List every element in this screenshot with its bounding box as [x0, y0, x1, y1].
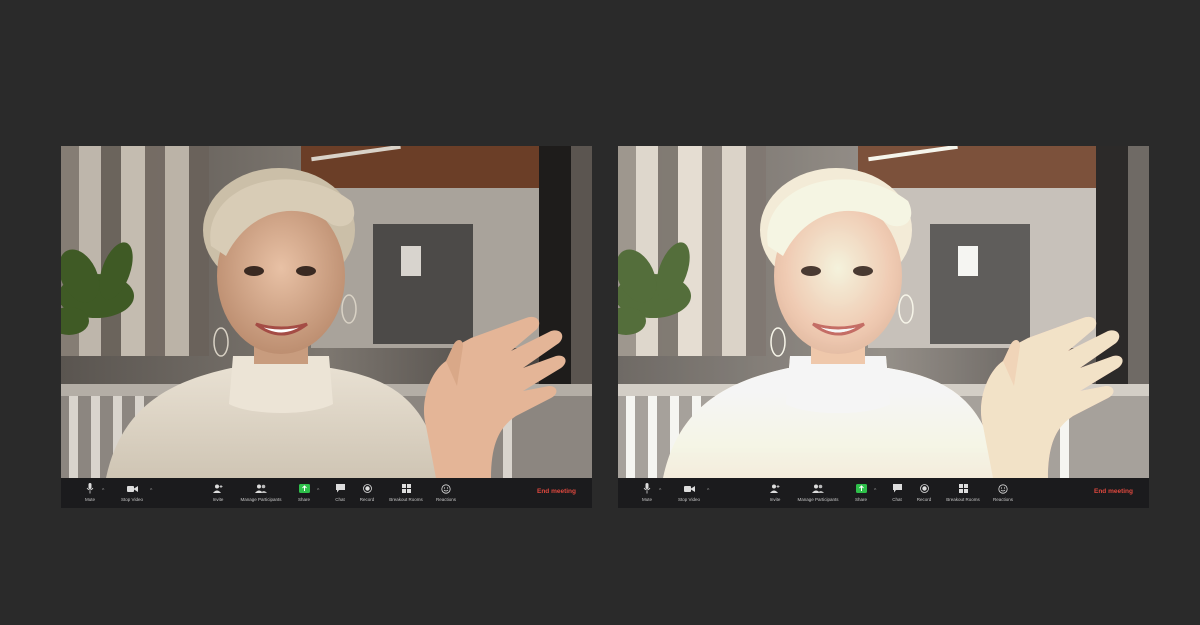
invite-label: Invite: [769, 497, 781, 502]
mute-options-caret[interactable]: ^: [659, 488, 661, 494]
breakout-rooms-label: Breakout Rooms: [946, 497, 980, 502]
participant-video-image: [61, 146, 592, 478]
share-screen-icon: [855, 482, 867, 495]
microphone-icon: [643, 482, 651, 495]
video-feed: [61, 146, 592, 478]
mute-options-caret[interactable]: ^: [102, 488, 104, 494]
end-meeting-button[interactable]: End meeting: [537, 488, 576, 495]
record-label: Record: [359, 497, 375, 502]
stop-video-label: Stop Video: [121, 497, 143, 502]
breakout-rooms-icon: [401, 482, 411, 495]
share-label: Share: [854, 497, 867, 502]
smiley-icon: [441, 482, 451, 495]
video-options-caret[interactable]: ^: [707, 488, 709, 494]
stop-video-label: Stop Video: [678, 497, 700, 502]
share-label: Share: [297, 497, 310, 502]
meeting-toolbar: Mute ^ Stop Video ^ Invite Manage Partic…: [61, 478, 592, 508]
reactions-label: Reactions: [992, 497, 1013, 502]
mute-label: Mute: [641, 497, 652, 502]
record-icon: [919, 482, 929, 495]
microphone-icon: [86, 482, 94, 495]
share-screen-icon: [298, 482, 310, 495]
video-panel-original: Mute ^ Stop Video ^ Invite Manage Partic…: [61, 146, 592, 508]
reactions-button[interactable]: Reactions: [421, 482, 471, 503]
mute-label: Mute: [84, 497, 95, 502]
record-label: Record: [916, 497, 932, 502]
reactions-label: Reactions: [435, 497, 456, 502]
manage-participants-label: Manage Participants: [240, 497, 282, 502]
video-feed: [618, 146, 1149, 478]
participant-video-image: [618, 146, 1149, 478]
record-icon: [362, 482, 372, 495]
video-panel-enhanced: Mute ^ Stop Video ^ Invite Manage Partic…: [618, 146, 1149, 508]
add-user-icon: [770, 482, 780, 495]
video-camera-icon: [126, 482, 138, 495]
video-options-caret[interactable]: ^: [150, 488, 152, 494]
smiley-icon: [998, 482, 1008, 495]
manage-participants-label: Manage Participants: [797, 497, 839, 502]
participants-icon: [255, 482, 267, 495]
reactions-button[interactable]: Reactions: [978, 482, 1028, 503]
meeting-toolbar: Mute ^ Stop Video ^ Invite Manage Partic…: [618, 478, 1149, 508]
breakout-rooms-label: Breakout Rooms: [389, 497, 423, 502]
invite-label: Invite: [212, 497, 224, 502]
end-meeting-button[interactable]: End meeting: [1094, 488, 1133, 495]
participants-icon: [812, 482, 824, 495]
add-user-icon: [213, 482, 223, 495]
video-camera-icon: [683, 482, 695, 495]
breakout-rooms-icon: [958, 482, 968, 495]
